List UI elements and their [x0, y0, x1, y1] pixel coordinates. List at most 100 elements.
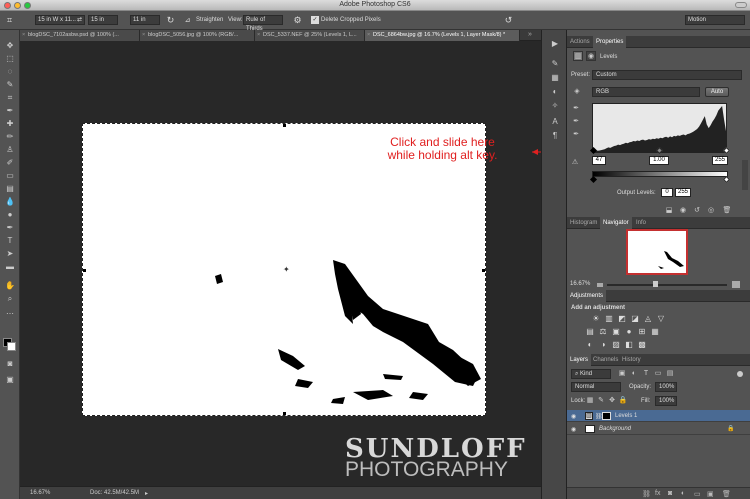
- doc-tab[interactable]: × blogDSC_7102asbw.psd @ 100% (...: [20, 30, 140, 41]
- tab-navigator[interactable]: Navigator: [600, 217, 632, 229]
- lock-transparent-icon[interactable]: ▦: [585, 396, 595, 406]
- tab-layers[interactable]: Layers: [567, 354, 592, 366]
- channel-mixer-icon[interactable]: ⊞: [637, 327, 647, 337]
- straighten-label[interactable]: Straighten: [196, 17, 223, 23]
- zoom-level[interactable]: 16.67%: [30, 490, 50, 496]
- clip-to-layer-icon[interactable]: ⬓: [664, 206, 674, 216]
- lock-image-icon[interactable]: ✎: [596, 396, 606, 406]
- history-brush-tool-icon[interactable]: ✐: [4, 157, 16, 169]
- link-layers-icon[interactable]: ⛓: [642, 490, 651, 498]
- shape-tool-icon[interactable]: ▬: [4, 261, 16, 273]
- levels-icon[interactable]: ▥: [604, 314, 614, 324]
- filter-adjustment-icon[interactable]: ◐: [629, 369, 639, 379]
- marquee-tool-icon[interactable]: ⬚: [4, 53, 16, 65]
- zoom-out-icon[interactable]: [597, 283, 603, 287]
- tab-actions[interactable]: Actions: [567, 36, 593, 48]
- navigator-zoom[interactable]: 16.67%: [570, 281, 590, 287]
- eyedropper-tool-icon[interactable]: ✒: [4, 105, 16, 117]
- blur-tool-icon[interactable]: 💧: [4, 196, 16, 208]
- tab-history[interactable]: History: [619, 354, 644, 366]
- levels-histogram[interactable]: [592, 103, 727, 153]
- workspace-select[interactable]: Motion: [685, 15, 745, 25]
- new-layer-icon[interactable]: ▣: [707, 490, 714, 498]
- tab-properties[interactable]: Properties: [593, 36, 627, 48]
- dodge-tool-icon[interactable]: ●: [4, 209, 16, 221]
- filter-type-icon[interactable]: T: [641, 369, 651, 379]
- tab-histogram[interactable]: Histogram: [567, 217, 600, 229]
- invert-icon[interactable]: ◐: [585, 340, 595, 350]
- quick-select-tool-icon[interactable]: ✎: [4, 79, 16, 91]
- fx-icon[interactable]: fx: [655, 490, 660, 497]
- visibility-icon[interactable]: ◎: [706, 206, 716, 216]
- straighten-icon[interactable]: ⊿: [182, 15, 193, 26]
- properties-scrollbar[interactable]: [742, 160, 748, 190]
- filter-shape-icon[interactable]: ▭: [653, 369, 663, 379]
- filter-toggle[interactable]: [737, 371, 743, 377]
- doc-tab[interactable]: × DSC_5337.NEF @ 25% (Levels 1, L...: [255, 30, 365, 41]
- eraser-tool-icon[interactable]: ▭: [4, 170, 16, 182]
- zoom-in-icon[interactable]: [732, 281, 740, 288]
- height-input[interactable]: 11 in: [130, 15, 160, 25]
- path-select-tool-icon[interactable]: ➤: [4, 248, 16, 260]
- pen-tool-icon[interactable]: ✒: [4, 222, 16, 234]
- white-point-eyedropper-icon[interactable]: ✒: [571, 130, 581, 140]
- character-panel-icon[interactable]: A: [549, 116, 561, 128]
- brush-tool-icon[interactable]: ✏: [4, 131, 16, 143]
- black-white-icon[interactable]: ▣: [611, 327, 621, 337]
- close-tab-icon[interactable]: ×: [367, 30, 370, 41]
- delete-cropped-checkbox[interactable]: ✓: [311, 16, 319, 24]
- photo-filter-icon[interactable]: ●: [624, 327, 634, 337]
- gray-point-eyedropper-icon[interactable]: ✒: [571, 117, 581, 127]
- close-tab-icon[interactable]: ×: [142, 30, 145, 41]
- swatches-panel-icon[interactable]: ▦: [549, 72, 561, 84]
- layer-mask-icon[interactable]: ◉: [586, 51, 596, 61]
- layer-row-background[interactable]: ◉ Background 🔒: [567, 423, 750, 435]
- screen-mode-icon[interactable]: ▣: [4, 374, 16, 386]
- brightness-contrast-icon[interactable]: ☀: [591, 314, 601, 324]
- view-previous-icon[interactable]: ◉: [678, 206, 688, 216]
- gradient-map-icon[interactable]: ▽: [656, 314, 666, 324]
- curves-icon[interactable]: ◩: [617, 314, 627, 324]
- opacity-input[interactable]: 100%: [655, 382, 677, 392]
- output-white-field[interactable]: 255: [675, 188, 691, 197]
- status-menu-icon[interactable]: ▸: [145, 490, 148, 497]
- black-point-eyedropper-icon[interactable]: ✒: [571, 104, 581, 114]
- edit-toolbar-icon[interactable]: ⋯: [4, 308, 16, 320]
- vibrance-icon[interactable]: ◬: [643, 314, 653, 324]
- hue-saturation-icon[interactable]: ▤: [585, 327, 595, 337]
- move-tool-icon[interactable]: ✥: [4, 40, 16, 52]
- layer-row-levels[interactable]: ◉ ▥ ⛓ Levels 1: [567, 410, 750, 422]
- input-black-field[interactable]: 47: [592, 156, 606, 165]
- crop-tool-icon[interactable]: ⌗: [4, 15, 15, 26]
- gradient-map2-icon[interactable]: ▩: [637, 340, 647, 350]
- clone-source-panel-icon[interactable]: ✧: [549, 100, 561, 112]
- navigator-thumbnail[interactable]: [626, 229, 688, 275]
- gear-icon[interactable]: ⚙: [292, 15, 303, 26]
- filter-pixel-icon[interactable]: ▣: [617, 369, 627, 379]
- blend-mode-select[interactable]: Normal: [571, 382, 621, 392]
- auto-button[interactable]: Auto: [705, 87, 729, 97]
- swap-dimensions-icon[interactable]: ⇄: [74, 15, 85, 26]
- paragraph-panel-icon[interactable]: ¶: [549, 130, 561, 142]
- lock-all-icon[interactable]: 🔒: [618, 396, 628, 406]
- stamp-tool-icon[interactable]: ♙: [4, 144, 16, 156]
- color-lookup-icon[interactable]: ▦: [650, 327, 660, 337]
- quick-mask-icon[interactable]: ◙: [4, 358, 16, 370]
- filter-smart-icon[interactable]: ▤: [665, 369, 675, 379]
- tab-info[interactable]: Info: [633, 217, 649, 229]
- color-balance-icon[interactable]: ⚖: [598, 327, 608, 337]
- channel-select[interactable]: RGB: [592, 87, 700, 97]
- tab-channels[interactable]: Channels: [590, 354, 621, 366]
- output-black-slider[interactable]: [589, 175, 598, 184]
- view-overlay-select[interactable]: Rule of Thirds: [243, 15, 283, 32]
- type-tool-icon[interactable]: T: [4, 235, 16, 247]
- doc-tab[interactable]: × blogDSC_5056.jpg @ 100% (RGB/...: [140, 30, 255, 41]
- new-group-icon[interactable]: ▭: [694, 490, 701, 498]
- input-white-field[interactable]: 255: [712, 156, 728, 165]
- threshold-icon[interactable]: ▨: [611, 340, 621, 350]
- reset-icon[interactable]: ↺: [503, 15, 514, 26]
- preset-select[interactable]: Custom: [592, 70, 742, 80]
- fill-input[interactable]: 100%: [655, 396, 677, 406]
- crop-tool-icon[interactable]: ⌗: [4, 92, 16, 104]
- tab-adjustments[interactable]: Adjustments: [567, 290, 607, 302]
